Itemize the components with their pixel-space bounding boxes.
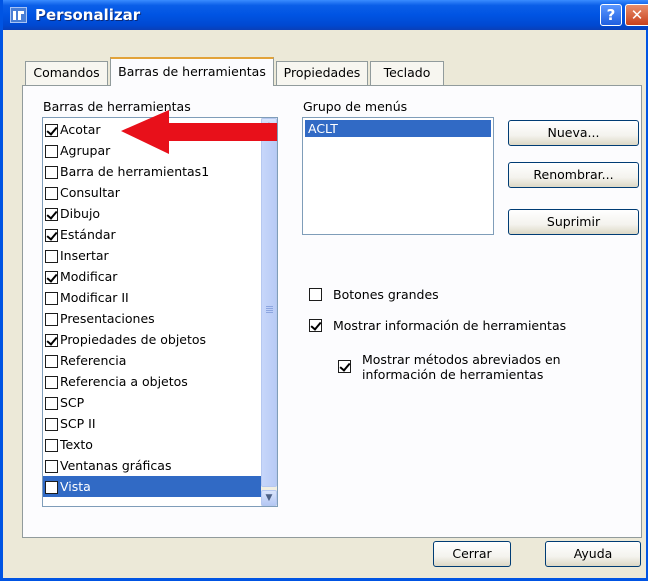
toolbar-list-item[interactable]: Modificar <box>43 266 261 287</box>
toolbar-item-label: Ventanas gráficas <box>60 458 172 473</box>
toolbar-item-label: Barra de herramientas1 <box>60 164 210 179</box>
toolbar-item-label: Modificar <box>60 269 118 284</box>
toolbar-item-label: Modificar II <box>60 290 129 305</box>
delete-button[interactable]: Suprimir <box>508 209 639 235</box>
toolbar-list-item[interactable]: Referencia <box>43 350 261 371</box>
toolbar-checkbox[interactable] <box>45 229 58 242</box>
toolbar-checkbox[interactable] <box>45 208 58 221</box>
toolbar-list-item[interactable]: Ventanas gráficas <box>43 455 261 476</box>
toolbar-checkbox[interactable] <box>45 187 58 200</box>
menu-group-item[interactable]: ACLT <box>305 120 491 137</box>
toolbar-checkbox[interactable] <box>45 418 58 431</box>
toolbar-list-item[interactable]: Propiedades de objetos <box>43 329 261 350</box>
toolbar-item-label: Dibujo <box>60 206 101 221</box>
tab-keyboard[interactable]: Teclado <box>370 61 444 85</box>
tab-properties[interactable]: Propiedades <box>276 61 368 85</box>
scroll-thumb[interactable] <box>261 135 277 487</box>
tab-toolbars[interactable]: Barras de herramientas <box>110 57 274 86</box>
toolbar-checkbox[interactable] <box>45 124 58 137</box>
toolbar-list-item[interactable]: Presentaciones <box>43 308 261 329</box>
toolbar-checkbox[interactable] <box>45 334 58 347</box>
toolbar-item-label: SCP <box>60 395 85 410</box>
toolbar-checkbox[interactable] <box>45 376 58 389</box>
toolbars-list[interactable]: Acotar Agrupar Barra de herramientas1 Consu… <box>42 117 278 507</box>
toolbars-scrollbar[interactable]: ▲ ▼ <box>261 118 277 506</box>
toolbar-list-item[interactable]: Insertar <box>43 245 261 266</box>
toolbar-list-item[interactable]: Barra de herramientas1 <box>43 161 261 182</box>
toolbar-list-item[interactable]: Vista <box>43 476 261 497</box>
toolbar-item-label: Propiedades de objetos <box>60 332 207 347</box>
toolbar-checkbox[interactable] <box>45 271 58 284</box>
toolbar-checkbox[interactable] <box>45 145 58 158</box>
app-icon <box>10 7 27 23</box>
toolbar-item-label: Insertar <box>60 248 109 263</box>
large-buttons-checkbox[interactable] <box>309 288 322 301</box>
window-title: Personalizar <box>35 6 141 24</box>
show-shortcuts-label-line2: información de herramientas <box>362 367 544 382</box>
large-buttons-label: Botones grandes <box>333 287 439 302</box>
new-button[interactable]: Nueva... <box>508 120 639 146</box>
show-tooltips-label: Mostrar información de herramientas <box>333 318 567 333</box>
show-shortcuts-label: Mostrar métodos abreviados en informació… <box>362 352 561 382</box>
title-bar[interactable]: Personalizar ? ✕ <box>3 0 648 30</box>
toolbar-checkbox[interactable] <box>45 460 58 473</box>
toolbar-list-item[interactable]: SCP II <box>43 413 261 434</box>
toolbar-item-label: Consultar <box>60 185 120 200</box>
menu-group-list[interactable]: ACLT <box>302 117 494 235</box>
toolbar-checkbox[interactable] <box>45 397 58 410</box>
toolbar-checkbox[interactable] <box>45 313 58 326</box>
toolbar-item-label: Agrupar <box>60 143 111 158</box>
close-title-button[interactable]: ✕ <box>625 4 648 26</box>
help-title-button[interactable]: ? <box>600 4 622 26</box>
toolbar-checkbox[interactable] <box>45 166 58 179</box>
toolbar-item-label: Referencia <box>60 353 127 368</box>
toolbar-checkbox[interactable] <box>45 250 58 263</box>
toolbar-item-label: Estándar <box>60 227 116 242</box>
toolbar-checkbox[interactable] <box>45 481 58 494</box>
toolbar-list-item[interactable]: Referencia a objetos <box>43 371 261 392</box>
toolbar-list-item[interactable]: Consultar <box>43 182 261 203</box>
toolbar-list-item[interactable]: Texto <box>43 434 261 455</box>
annotation-arrow-icon <box>121 110 277 154</box>
help-button[interactable]: Ayuda <box>545 541 641 567</box>
toolbar-checkbox[interactable] <box>45 439 58 452</box>
toolbar-checkbox[interactable] <box>45 292 58 305</box>
menu-group-label: Grupo de menús <box>303 99 408 114</box>
toolbar-item-label: Referencia a objetos <box>60 374 188 389</box>
rename-button[interactable]: Renombrar... <box>508 162 639 188</box>
toolbar-item-label: Vista <box>60 479 91 494</box>
toolbar-checkbox[interactable] <box>45 355 58 368</box>
toolbar-item-label: Acotar <box>60 122 101 137</box>
close-button[interactable]: Cerrar <box>433 541 511 567</box>
customize-dialog: Personalizar ? ✕ Comandos Barras de herr… <box>0 0 648 581</box>
toolbar-list-item[interactable]: Estándar <box>43 224 261 245</box>
toolbar-list-item[interactable]: SCP <box>43 392 261 413</box>
show-shortcuts-label-line1: Mostrar métodos abreviados en <box>362 352 561 367</box>
toolbar-item-label: Texto <box>60 437 93 452</box>
tab-commands[interactable]: Comandos <box>25 61 108 85</box>
scroll-down-icon[interactable]: ▼ <box>261 490 277 506</box>
toolbar-list-item[interactable]: Dibujo <box>43 203 261 224</box>
show-tooltips-checkbox[interactable] <box>309 319 322 332</box>
show-shortcuts-checkbox[interactable] <box>338 360 351 373</box>
toolbar-list-item[interactable]: Modificar II <box>43 287 261 308</box>
toolbar-item-label: Presentaciones <box>60 311 155 326</box>
toolbar-item-label: SCP II <box>60 416 96 431</box>
